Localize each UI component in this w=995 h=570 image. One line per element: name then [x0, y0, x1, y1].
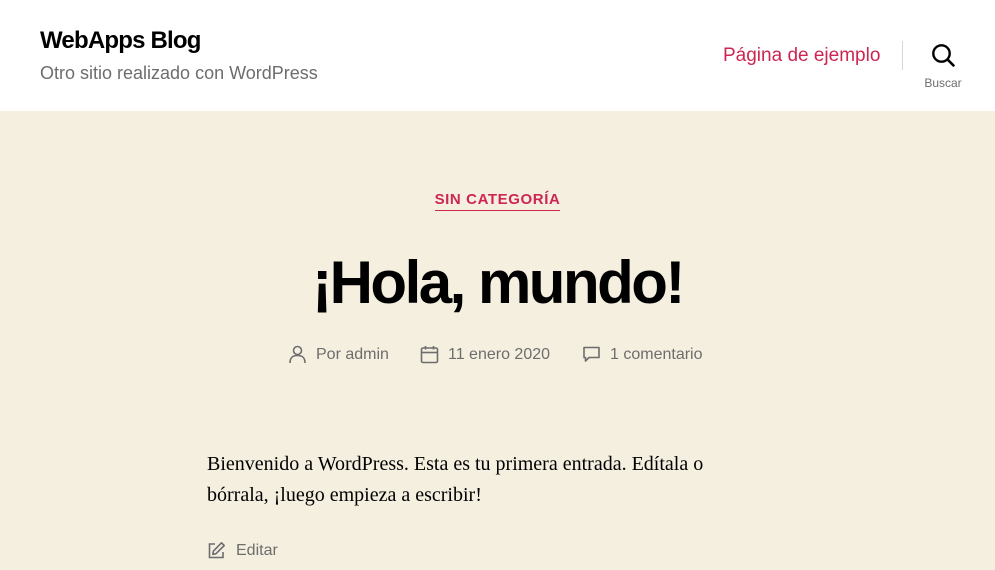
author-prefix: Por — [316, 345, 341, 363]
edit-link[interactable]: Editar — [207, 541, 278, 560]
edit-label: Editar — [236, 541, 278, 559]
site-description: Otro sitio realizado con WordPress — [40, 63, 318, 83]
comments-link[interactable]: 1 comentario — [610, 346, 703, 364]
site-title[interactable]: WebApps Blog — [40, 27, 201, 55]
nav-item-pagina-de-ejemplo[interactable]: Página de ejemplo — [723, 45, 880, 67]
main-content: SIN CATEGORÍA ¡Hola, mundo! Por admin 11… — [0, 111, 995, 570]
date-link[interactable]: 11 enero 2020 — [448, 346, 550, 364]
comment-icon — [583, 346, 600, 362]
author-link[interactable]: admin — [345, 346, 389, 364]
edit-icon — [208, 542, 225, 559]
search-label: Buscar — [924, 76, 962, 90]
post-author: Por admin — [288, 345, 389, 364]
category-link[interactable]: SIN CATEGORÍA — [434, 191, 561, 211]
post-title: ¡Hola, mundo! — [312, 249, 685, 316]
search-icon — [932, 44, 955, 67]
calendar-icon — [420, 346, 439, 364]
post-date: 11 enero 2020 — [420, 345, 550, 364]
post-category: SIN CATEGORÍA — [0, 191, 995, 211]
post-meta: Por admin 11 enero 2020 1 comentario — [0, 345, 995, 369]
user-icon — [289, 345, 306, 364]
nav-divider — [902, 41, 903, 70]
site-header: WebApps Blog Otro sitio realizado con Wo… — [0, 0, 995, 111]
search-toggle-button[interactable]: Buscar — [912, 40, 974, 94]
post-comments: 1 comentario — [582, 345, 703, 364]
post-body: Bienvenido a WordPress. Esta es tu prime… — [207, 453, 704, 506]
